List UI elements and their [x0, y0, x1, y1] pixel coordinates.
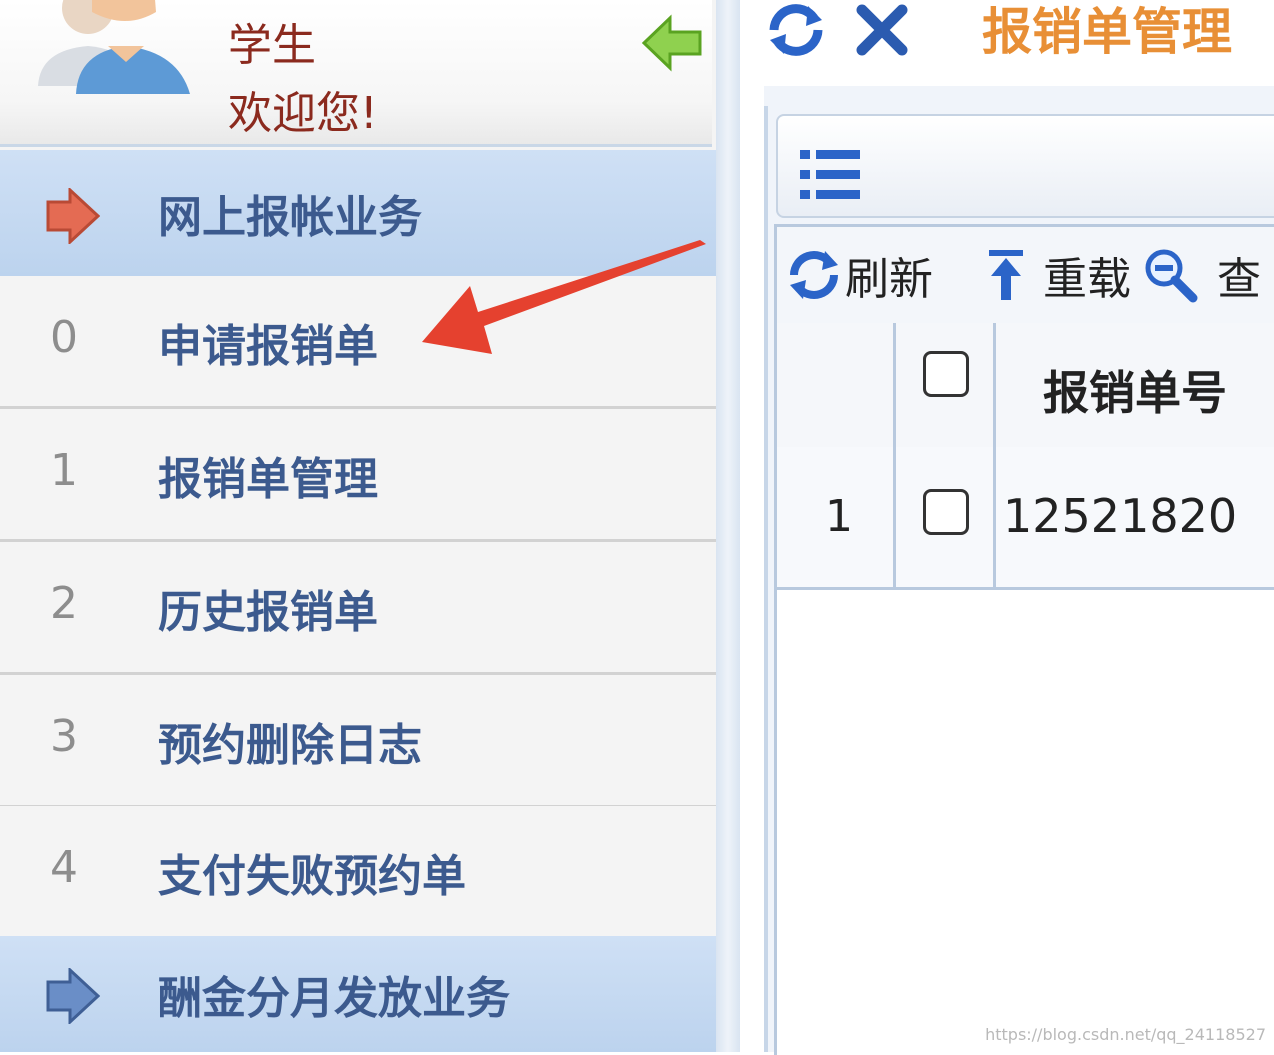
column-header-number[interactable]: 报销单号 [1043, 357, 1227, 423]
column-divider [993, 323, 996, 589]
select-all-checkbox[interactable] [923, 351, 969, 397]
user-avatar-icon [38, 0, 190, 94]
table-header: 报销单号 [777, 323, 1274, 450]
tab-title[interactable]: 报销单管理 [982, 0, 1232, 64]
tab-content: 刷新 重载 查 报销单号 1 12521820 https://blog.csd… [764, 86, 1274, 1055]
table-row[interactable]: 1 12521820 [777, 447, 1274, 590]
reload-button[interactable]: 重载 [977, 235, 1131, 315]
tab-bar: 报销单管理 [744, 0, 1274, 86]
watermark: https://blog.csdn.net/qq_24118527 [985, 1025, 1266, 1044]
panel-splitter[interactable] [716, 0, 740, 1052]
nav-item-index: 4 [50, 842, 78, 893]
nav-item-label: 历史报销单 [158, 587, 378, 638]
upload-arrow-icon [989, 250, 1023, 300]
welcome-text: 欢迎您! [228, 88, 378, 139]
nav-item-history-reimbursement[interactable]: 2 历史报销单 [0, 542, 716, 675]
nav-item-deletion-log[interactable]: 3 预约删除日志 [0, 675, 716, 808]
collapse-arrow-icon[interactable] [640, 14, 704, 72]
nav-item-index: 2 [50, 578, 78, 629]
column-divider [893, 323, 896, 589]
list-icon [800, 150, 860, 199]
refresh-label: 刷新 [845, 254, 933, 305]
refresh-icon[interactable] [764, 2, 828, 58]
zoom-out-icon [1145, 249, 1198, 303]
reload-label: 重载 [1043, 254, 1131, 305]
nav-item-index: 0 [50, 312, 78, 363]
cell-reimbursement-number: 12521820 [1003, 489, 1238, 543]
user-role: 学生 [228, 20, 316, 71]
data-grid: 刷新 重载 查 报销单号 1 12521820 [774, 224, 1274, 1055]
grid-toolbar: 刷新 重载 查 [777, 227, 1274, 326]
nav-group-label: 酬金分月发放业务 [158, 973, 510, 1024]
arrow-right-icon [46, 968, 100, 1024]
row-index: 1 [825, 491, 853, 542]
search-label: 查 [1217, 254, 1261, 305]
row-checkbox[interactable] [923, 489, 969, 535]
nav-item-label: 预约删除日志 [158, 720, 422, 771]
refresh-button[interactable]: 刷新 [785, 235, 933, 315]
nav-item-payment-failed[interactable]: 4 支付失败预约单 [0, 806, 716, 939]
nav-item-label: 报销单管理 [158, 454, 378, 505]
nav-item-index: 3 [50, 711, 78, 762]
user-header: 学生 欢迎您! [0, 0, 712, 147]
nav-item-reimbursement-management[interactable]: 1 报销单管理 [0, 409, 716, 542]
refresh-icon [790, 251, 838, 299]
main-panel: 报销单管理 刷新 重载 查 报销单号 1 12521820 https://bl… [740, 0, 1274, 1055]
nav-group-monthly-payment[interactable]: 酬金分月发放业务 [0, 936, 716, 1052]
sidebar: 学生 欢迎您! 网上报帐业务 0 申请报销单 1 报销单管理 2 历史报销单 3… [0, 0, 716, 1052]
panel-header [776, 114, 1274, 218]
arrow-right-icon [46, 188, 100, 244]
nav-item-label: 支付失败预约单 [158, 851, 466, 902]
close-icon[interactable] [854, 2, 910, 58]
nav-group-label: 网上报帐业务 [158, 192, 422, 243]
nav-item-label: 申请报销单 [158, 321, 378, 372]
divider [764, 106, 768, 1052]
nav-item-index: 1 [50, 445, 78, 496]
nav-item-apply-reimbursement[interactable]: 0 申请报销单 [0, 276, 716, 409]
search-button[interactable]: 查 [1141, 235, 1261, 315]
nav-group-online-reimbursement[interactable]: 网上报帐业务 [0, 150, 716, 276]
